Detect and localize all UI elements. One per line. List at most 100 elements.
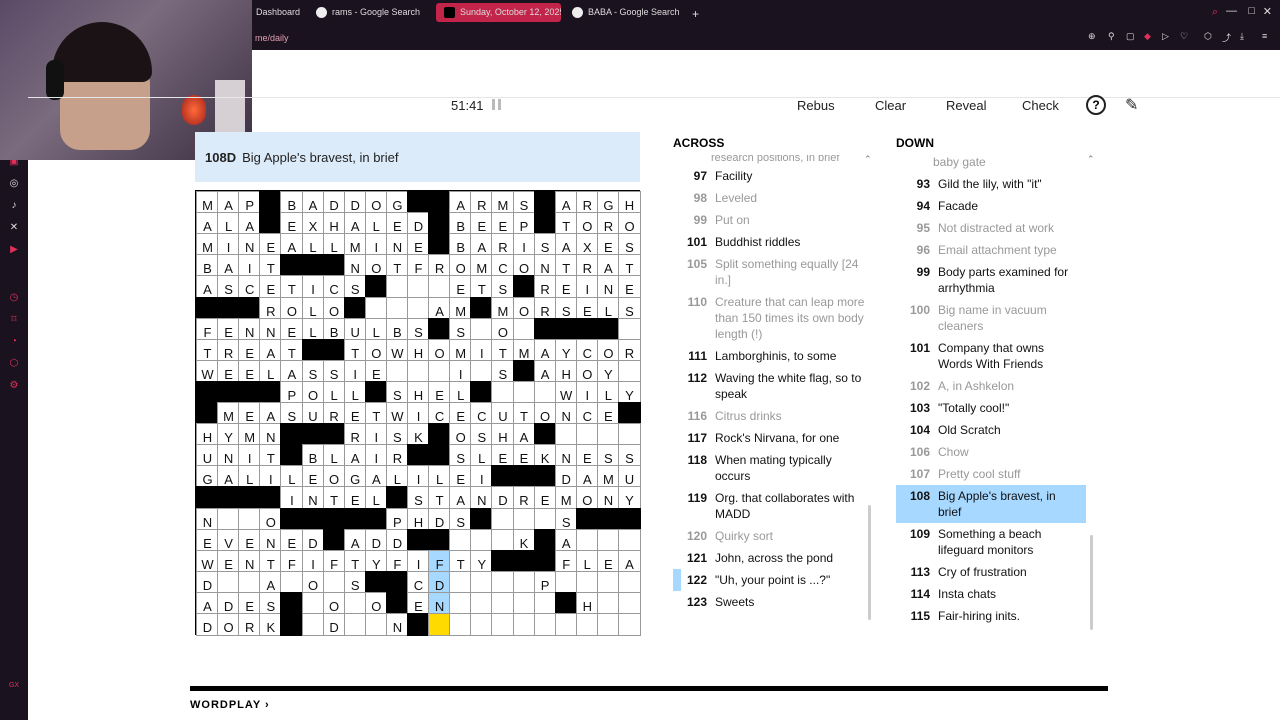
grid-cell[interactable]: L (470, 444, 494, 468)
grid-cell[interactable]: N (533, 254, 557, 278)
down-clue-107[interactable]: 107 Pretty cool stuff (896, 463, 1086, 485)
grid-cell[interactable]: L (596, 296, 620, 320)
grid-cell[interactable]: S (259, 591, 283, 615)
minimize-icon[interactable]: — (1226, 5, 1237, 17)
grid-cell[interactable] (491, 380, 515, 404)
grid-cell[interactable]: I (407, 549, 430, 573)
across-clue-99[interactable]: 99 Put on (673, 209, 873, 231)
grid-cell[interactable]: L (364, 486, 388, 510)
grid-cell[interactable]: N (343, 254, 367, 278)
grid-cell[interactable]: S (301, 359, 325, 383)
grid-cell[interactable]: O (364, 254, 388, 278)
grid-cell[interactable]: R (512, 486, 536, 510)
grid-cell[interactable]: T (343, 338, 367, 362)
grid-cell[interactable]: L (343, 380, 367, 404)
grid-cell[interactable] (596, 613, 620, 636)
grid-cell[interactable]: I (238, 254, 262, 278)
grid-cell[interactable]: A (343, 212, 367, 236)
grid-cell[interactable]: A (217, 254, 241, 278)
grid-cell[interactable]: U (343, 317, 367, 341)
grid-cell[interactable] (470, 613, 494, 636)
across-clue-98[interactable]: 98 Leveled (673, 187, 873, 209)
grid-cell[interactable] (512, 317, 536, 341)
grid-cell[interactable]: E (618, 275, 641, 299)
grid-cell[interactable]: E (449, 465, 473, 489)
grid-cell[interactable]: I (259, 465, 283, 489)
grid-cell[interactable]: T (364, 402, 388, 425)
grid-cell[interactable]: A (196, 275, 219, 299)
grid-cell[interactable]: U (301, 402, 325, 425)
grid-cell[interactable]: O (322, 296, 346, 320)
grid-cell[interactable]: L (385, 465, 409, 489)
grid-cell[interactable] (238, 570, 262, 594)
grid-cell[interactable] (575, 570, 599, 594)
grid-cell[interactable] (470, 570, 494, 594)
grid-cell[interactable]: O (322, 591, 346, 615)
grid-cell[interactable]: V (217, 528, 241, 552)
down-clue-96[interactable]: 96 Email attachment type (896, 239, 1086, 261)
grid-cell[interactable]: L (428, 465, 452, 489)
share-icon[interactable]: ⤴ (1222, 31, 1231, 44)
grid-cell[interactable] (491, 528, 515, 552)
pin-icon[interactable]: ⚲ (1108, 31, 1115, 42)
grid-cell[interactable]: N (554, 444, 578, 468)
grid-cell[interactable]: L (575, 549, 599, 573)
grid-cell[interactable] (491, 591, 515, 615)
grid-cell[interactable]: E (491, 212, 515, 236)
grid-cell[interactable] (364, 613, 388, 636)
grid-cell[interactable] (280, 570, 304, 594)
grid-cell[interactable] (554, 613, 578, 636)
grid-cell[interactable]: E (449, 402, 473, 425)
history-icon[interactable]: ◷ (8, 292, 20, 304)
clock-icon[interactable]: ◔ (8, 336, 20, 348)
grid-cell[interactable] (533, 507, 557, 531)
grid-cell[interactable]: U (491, 402, 515, 425)
grid-cell[interactable]: O (575, 359, 599, 383)
grid-cell[interactable]: E (596, 549, 620, 573)
grid-cell[interactable]: D (196, 570, 219, 594)
grid-cell[interactable]: N (385, 233, 409, 257)
grid-cell[interactable] (470, 359, 494, 383)
grid-cell[interactable]: E (259, 275, 283, 299)
grid-cell[interactable]: O (301, 570, 325, 594)
grid-cell[interactable]: I (238, 444, 262, 468)
grid-cell[interactable] (575, 613, 599, 636)
grid-cell[interactable]: T (449, 549, 473, 573)
grid-cell[interactable]: E (217, 359, 241, 383)
grid-cell[interactable]: D (217, 591, 241, 615)
grid-cell[interactable]: R (238, 613, 262, 636)
grid-cell[interactable]: B (449, 212, 473, 236)
grid-cell[interactable]: N (238, 233, 262, 257)
grid-cell[interactable]: I (407, 402, 430, 425)
grid-cell[interactable]: T (618, 254, 641, 278)
grid-cell[interactable] (618, 613, 641, 636)
down-clue-108[interactable]: 108 Big Apple's bravest, in brief (896, 485, 1086, 523)
grid-cell[interactable]: N (428, 591, 452, 615)
grid-cell[interactable] (533, 380, 557, 404)
grid-cell[interactable]: I (301, 549, 325, 573)
grid-cell[interactable]: L (301, 317, 325, 341)
grid-cell[interactable]: Y (618, 486, 641, 510)
grid-cell[interactable]: D (343, 191, 367, 214)
down-clue-94[interactable]: 94 Facade (896, 195, 1086, 217)
tab-crossword[interactable]: Sunday, October 12, 2025 (436, 3, 561, 22)
grid-cell[interactable]: M (491, 296, 515, 320)
grid-cell[interactable]: A (301, 191, 325, 214)
grid-cell[interactable]: H (322, 212, 346, 236)
grid-cell[interactable] (491, 613, 515, 636)
grid-cell[interactable] (343, 613, 367, 636)
grid-cell[interactable]: O (596, 338, 620, 362)
grid-cell[interactable]: L (280, 465, 304, 489)
help-icon[interactable]: ? (1086, 95, 1106, 115)
grid-cell[interactable]: E (238, 338, 262, 362)
search-icon[interactable]: ⌕ (1212, 6, 1218, 19)
grid-cell[interactable]: D (385, 528, 409, 552)
grid-cell[interactable] (512, 591, 536, 615)
grid-cell[interactable] (596, 570, 620, 594)
grid-cell[interactable]: O (512, 254, 536, 278)
grid-cell[interactable]: T (512, 402, 536, 425)
grid-cell[interactable] (449, 613, 473, 636)
grid-cell[interactable]: H (407, 507, 430, 531)
tab-dashboard[interactable]: Dashboard (252, 3, 306, 22)
grid-cell[interactable]: A (428, 296, 452, 320)
